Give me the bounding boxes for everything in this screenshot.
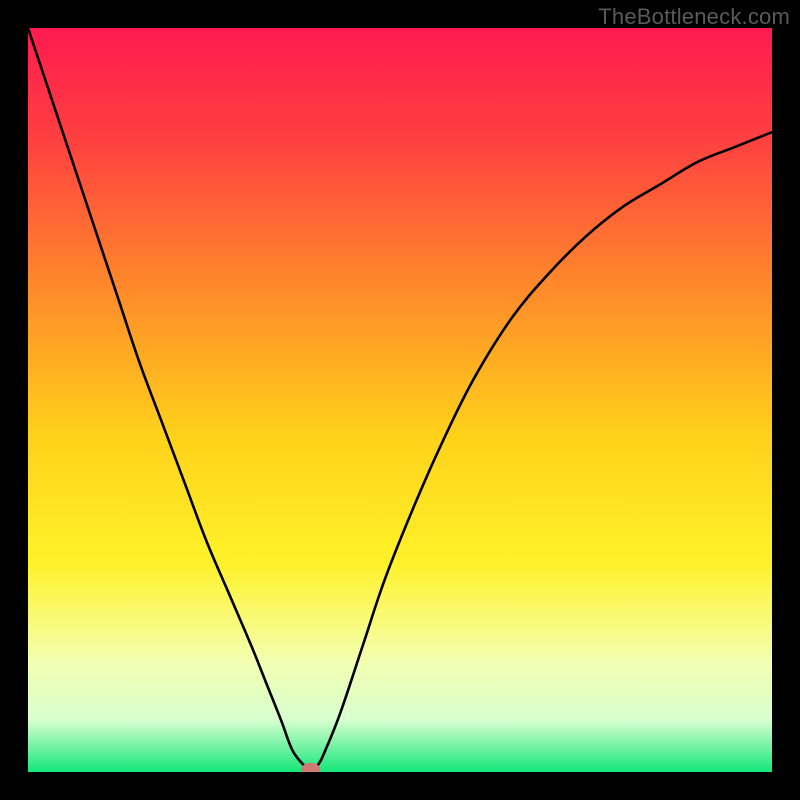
- chart-background: [28, 28, 772, 772]
- chart-frame: [28, 28, 772, 772]
- watermark-text: TheBottleneck.com: [598, 4, 790, 30]
- bottleneck-chart: [28, 28, 772, 772]
